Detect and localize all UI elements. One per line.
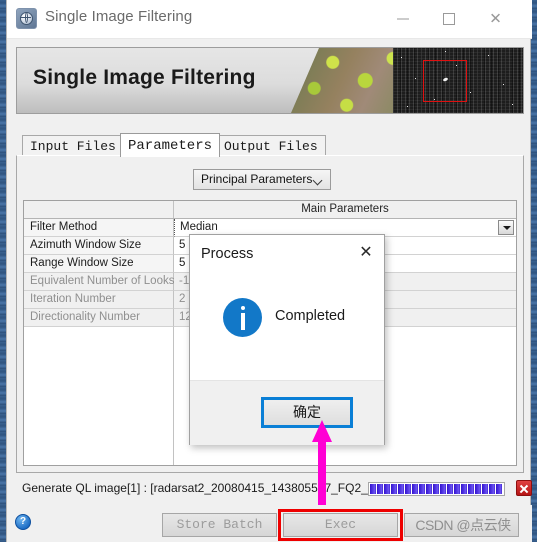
tab-bar: Input Files Parameters Output Files (16, 133, 524, 157)
chevron-down-icon (314, 177, 322, 185)
parameter-set-select[interactable]: Principal Parameters (193, 169, 331, 190)
globe-icon (16, 8, 37, 29)
close-button[interactable]: ✕ (473, 0, 518, 38)
dialog-close-button[interactable]: ✕ (355, 243, 377, 263)
table-header-main-parameters: Main Parameters (301, 203, 389, 215)
table-header-blank (24, 201, 174, 218)
close-icon: ✕ (359, 244, 373, 261)
banner-roi-box (423, 60, 467, 102)
close-icon: ✕ (489, 10, 502, 28)
row-key: Filter Method (24, 219, 174, 237)
banner-title: Single Image Filtering (33, 66, 256, 89)
minimize-icon (396, 18, 409, 20)
parameter-set-select-value: Principal Parameters (201, 172, 313, 186)
help-icon[interactable]: ? (15, 514, 31, 530)
row-key: Range Window Size (24, 255, 174, 273)
exec-button-highlight (278, 509, 403, 541)
tab-input-files[interactable]: Input Files (22, 135, 124, 156)
module-banner: Single Image Filtering (16, 47, 524, 114)
filter-method-dropdown-button[interactable] (498, 220, 514, 235)
window-title-bar: Single Image Filtering ✕ (7, 0, 532, 39)
row-key: Iteration Number (24, 291, 174, 309)
dialog-ok-button[interactable]: 确定 (261, 397, 353, 428)
process-dialog: Process ✕ Completed 确定 (189, 234, 385, 445)
bottom-toolbar: ? Store Batch Exec CSDN @点云侠 (7, 505, 532, 542)
dialog-message: Completed (275, 308, 346, 324)
row-key: Equivalent Number of Looks (24, 273, 174, 291)
application-window: Single Image Filtering ✕ Single Image Fi… (6, 0, 532, 542)
status-message: Generate QL image[1] : [radarsat2_200804… (22, 481, 411, 495)
minimize-button[interactable] (380, 0, 425, 38)
dialog-title: Process (201, 246, 254, 262)
progress-bar-fill (370, 484, 503, 494)
tab-output-files[interactable]: Output Files (216, 135, 326, 156)
dialog-footer: 确定 (190, 380, 384, 445)
dialog-body: Completed (190, 273, 384, 380)
stop-icon[interactable] (516, 480, 532, 496)
maximize-icon (442, 13, 455, 25)
table-empty-area-left (24, 327, 174, 465)
csdn-watermark: CSDN @点云侠 (415, 517, 511, 533)
store-batch-button[interactable]: Store Batch (162, 513, 277, 537)
status-row: Generate QL image[1] : [radarsat2_200804… (16, 480, 532, 502)
row-key: Directionality Number (24, 309, 174, 327)
tab-parameters[interactable]: Parameters (120, 133, 221, 157)
row-key: Azimuth Window Size (24, 237, 174, 255)
maximize-button[interactable] (426, 0, 471, 38)
info-icon (223, 298, 262, 337)
table-header-row: Main Parameters (24, 201, 516, 219)
progress-bar (368, 482, 505, 496)
window-title: Single Image Filtering (45, 8, 193, 25)
